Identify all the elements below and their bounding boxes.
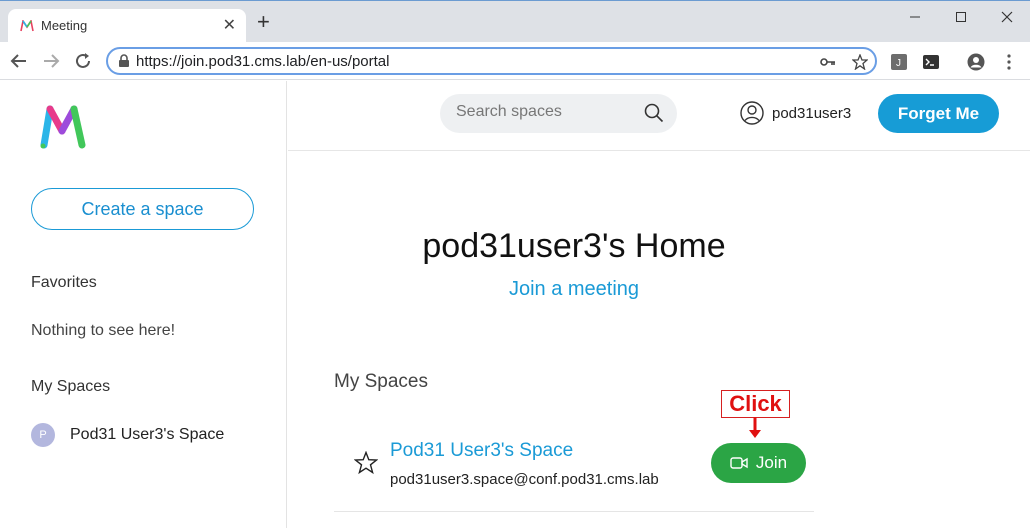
tab-close-icon[interactable]: ✕ [223, 15, 236, 35]
sidebar-item-space[interactable]: Pod31 User3's Space [70, 426, 224, 444]
favorites-empty-text: Nothing to see here! [31, 322, 176, 339]
meeting-app-logo[interactable] [38, 105, 90, 149]
search-icon[interactable] [644, 103, 664, 123]
forward-arrow-icon[interactable] [40, 50, 62, 72]
browser-tab-strip: Meeting ✕ + [0, 0, 1030, 43]
extension-j-icon[interactable]: J [890, 53, 908, 71]
terminal-extension-icon[interactable] [922, 53, 940, 71]
my-spaces-heading: My Spaces [31, 378, 111, 395]
meeting-favicon-icon [20, 20, 34, 32]
url-text[interactable]: https://join.pod31.cms.lab/en-us/portal [136, 53, 389, 70]
user-icon[interactable] [740, 101, 764, 125]
search-input[interactable] [456, 103, 636, 121]
meeting-portal: Create a space Favorites Nothing to see … [0, 81, 1030, 528]
favorite-star-icon[interactable] [354, 451, 378, 475]
video-camera-icon [730, 457, 748, 469]
create-space-button[interactable]: Create a space [31, 188, 254, 230]
forget-me-button[interactable]: Forget Me [878, 94, 999, 133]
join-button-label: Join [755, 453, 788, 472]
reload-icon[interactable] [72, 50, 94, 72]
browser-tab[interactable]: Meeting ✕ [8, 9, 246, 43]
minimize-icon[interactable] [895, 5, 935, 29]
divider [334, 511, 814, 512]
username[interactable]: pod31user3 [772, 105, 851, 122]
my-spaces-section-heading: My Spaces [334, 371, 428, 392]
new-tab-icon[interactable]: + [257, 11, 270, 33]
bookmark-star-icon[interactable] [851, 53, 869, 71]
join-button[interactable]: Join [711, 443, 806, 483]
favorites-heading: Favorites [31, 274, 97, 291]
back-arrow-icon[interactable] [8, 50, 30, 72]
click-callout: Click [721, 390, 790, 418]
browser-toolbar: https://join.pod31.cms.lab/en-us/portal … [0, 42, 1030, 80]
browser-menu-icon[interactable] [1000, 53, 1018, 71]
maximize-icon[interactable] [941, 5, 981, 29]
tab-title: Meeting [41, 18, 88, 33]
lock-icon [119, 54, 129, 67]
space-name-link[interactable]: Pod31 User3's Space [390, 440, 573, 462]
key-icon[interactable] [819, 53, 837, 71]
space-address: pod31user3.space@conf.pod31.cms.lab [390, 471, 659, 488]
space-avatar: P [31, 423, 55, 447]
join-meeting-link[interactable]: Join a meeting [288, 278, 860, 301]
callout-arrow-icon [749, 417, 761, 438]
profile-avatar-icon[interactable] [967, 53, 985, 71]
search-box [440, 94, 677, 133]
svg-text:J: J [896, 58, 901, 69]
address-bar[interactable]: https://join.pod31.cms.lab/en-us/portal [106, 47, 877, 75]
window-close-icon[interactable] [987, 5, 1027, 29]
page-title: pod31user3's Home [422, 227, 726, 265]
sidebar: Create a space Favorites Nothing to see … [0, 81, 287, 528]
page-header: pod31user3 Forget Me [288, 81, 1030, 151]
